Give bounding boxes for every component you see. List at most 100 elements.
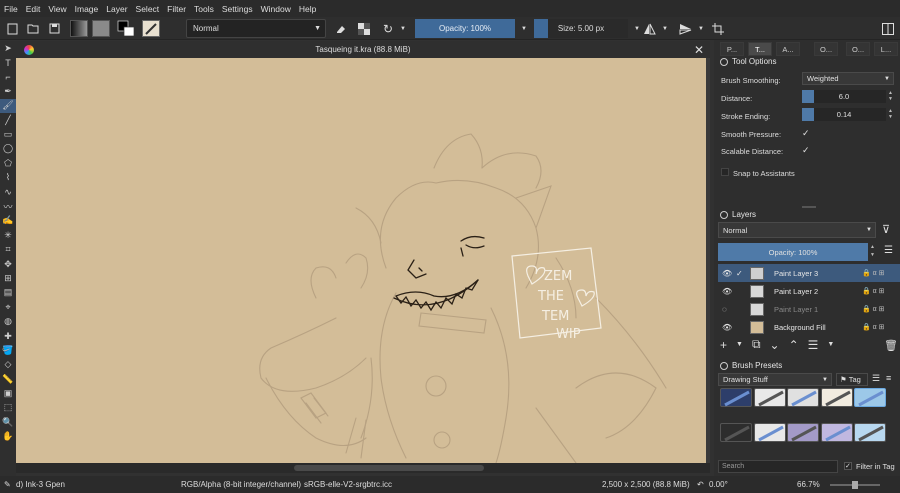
pattern-icon[interactable] <box>92 20 110 37</box>
scroll-thumb[interactable] <box>294 465 484 471</box>
dock-tab-2[interactable]: T... <box>748 42 772 56</box>
zoom-slider-handle[interactable] <box>852 481 858 489</box>
tag-button[interactable]: ⚑ Tag <box>836 373 868 386</box>
brush-preset-thumbnail[interactable] <box>753 388 786 407</box>
measure-icon[interactable]: 📏 <box>0 372 16 386</box>
layer-row[interactable]: 👁 ✓ Paint Layer 3 🔒 α ⊞ <box>718 264 900 282</box>
brush-tag-select[interactable]: Drawing Stuff ▼ <box>718 373 832 386</box>
wrap-around-icon[interactable] <box>710 20 726 37</box>
layer-row[interactable]: 👁 Paint Layer 2 🔒 α ⊞ <box>718 282 900 300</box>
dock-tab-5[interactable]: O... <box>846 42 870 56</box>
eraser-icon[interactable] <box>333 20 349 37</box>
menu-file[interactable]: File <box>4 4 18 14</box>
horizontal-scrollbar[interactable] <box>16 463 710 473</box>
brush-preset-thumbnail[interactable] <box>787 423 819 442</box>
panel-toggle-icon[interactable] <box>720 210 728 219</box>
snap-checkbox[interactable] <box>721 168 729 176</box>
stroke-ending-spinner[interactable]: ▲ ▼ <box>888 108 896 121</box>
menu-window[interactable]: Window <box>261 4 291 14</box>
blend-mode-select[interactable]: Normal ▼ <box>186 19 326 38</box>
multibrush-icon[interactable]: ✳ <box>0 228 16 242</box>
chevron-down-icon[interactable]: ▼ <box>660 20 670 37</box>
rectangle-icon[interactable]: ▭ <box>0 127 16 141</box>
duplicate-layer-icon[interactable]: ⧉ <box>752 337 761 352</box>
rotate-icon[interactable]: ↶ <box>697 480 704 489</box>
layer-selected-check-icon[interactable]: ✓ <box>736 269 743 278</box>
rect-select-icon[interactable]: ⬚ <box>0 401 16 415</box>
brush-preset-thumbnail[interactable] <box>720 388 752 407</box>
layer-row[interactable]: 👁 Background Fill 🔒 α ⊞ <box>718 318 900 336</box>
settings-icon[interactable]: ≡ <box>886 373 891 383</box>
filter-icon[interactable]: ⊽ <box>882 223 890 236</box>
brush-preset-thumbnail[interactable] <box>820 388 853 407</box>
mirror-horizontal-icon[interactable] <box>641 20 657 37</box>
pan-icon[interactable]: ✋ <box>0 430 16 444</box>
vertical-scrollbar[interactable] <box>706 58 710 463</box>
smart-patch-icon[interactable]: ✚ <box>0 329 16 343</box>
layer-opacity-spinner[interactable]: ▲ ▼ <box>870 243 878 261</box>
canvas[interactable]: ZEM THE TEM WIP <box>16 58 706 463</box>
calligraphy-icon[interactable]: ✒ <box>0 84 16 98</box>
layer-blend-mode-select[interactable]: Normal ▼ <box>718 222 876 238</box>
crop-icon[interactable]: ⌗ <box>0 242 16 256</box>
brush-search-input[interactable]: Search <box>718 460 838 473</box>
brush-preset-thumbnail[interactable] <box>854 423 886 442</box>
zoom-icon[interactable]: 🔍 <box>0 415 16 429</box>
menu-image[interactable]: Image <box>75 4 99 14</box>
polyline-icon[interactable]: ⌇ <box>0 171 16 185</box>
menu-settings[interactable]: Settings <box>222 4 253 14</box>
chevron-down-icon[interactable]: ▼ <box>736 341 743 348</box>
gradient-icon[interactable] <box>70 20 88 37</box>
dock-tab-3[interactable]: A... <box>776 42 800 56</box>
stroke-ending-slider[interactable]: 0.14 <box>802 108 886 121</box>
layer-row[interactable]: ◌ Paint Layer 1 🔒 α ⊞ <box>718 300 900 318</box>
new-document-icon[interactable] <box>4 20 20 37</box>
move-layer-down-icon[interactable]: ⌄ <box>770 338 780 352</box>
polygon-icon[interactable]: ⬠ <box>0 156 16 170</box>
brush-preset-icon[interactable] <box>142 20 160 37</box>
select-shapes-icon[interactable]: ➤ <box>0 41 16 55</box>
freehand-path-icon[interactable]: 〰 <box>0 199 16 213</box>
dock-tab-4[interactable]: O... <box>814 42 838 56</box>
brush-preset-thumbnail[interactable] <box>820 423 853 442</box>
scalable-distance-checkbox[interactable]: ✓ <box>802 145 810 156</box>
dock-tab-1[interactable]: P... <box>720 42 744 56</box>
visibility-eye-icon[interactable]: 👁 <box>722 269 732 278</box>
color-picker-icon[interactable]: ⌖ <box>0 300 16 314</box>
mirror-vertical-icon[interactable] <box>677 20 693 37</box>
layer-lock-icons[interactable]: 🔒 α ⊞ <box>862 287 885 295</box>
brush-preset-thumbnail[interactable] <box>753 423 786 442</box>
menu-edit[interactable]: Edit <box>26 4 41 14</box>
bezier-icon[interactable]: ∿ <box>0 185 16 199</box>
layer-lock-icons[interactable]: 🔒 α ⊞ <box>862 269 885 277</box>
reference-image-icon[interactable]: ▣ <box>0 386 16 400</box>
brush-smoothing-select[interactable]: Weighted ▼ <box>802 72 894 85</box>
layer-properties-icon[interactable]: ☰ <box>808 338 819 352</box>
colorize-mask-icon[interactable]: ◍ <box>0 314 16 328</box>
line-icon[interactable]: ╱ <box>0 113 16 127</box>
move-layer-up-icon[interactable]: ⌃ <box>789 338 799 352</box>
text-icon[interactable]: T <box>0 55 16 69</box>
assistant-icon[interactable]: ◇ <box>0 358 16 372</box>
visibility-eye-icon[interactable]: 👁 <box>722 323 732 332</box>
menu-filter[interactable]: Filter <box>167 4 186 14</box>
color-swatch-icon[interactable] <box>116 20 136 37</box>
smooth-pressure-checkbox[interactable]: ✓ <box>802 128 810 139</box>
size-slider[interactable]: Size: 5.00 px <box>534 19 628 38</box>
layer-lock-icons[interactable]: 🔒 α ⊞ <box>862 305 885 313</box>
open-document-icon[interactable] <box>25 20 41 37</box>
menu-select[interactable]: Select <box>136 4 160 14</box>
visibility-eye-icon[interactable]: ◌ <box>722 305 727 314</box>
delete-layer-icon[interactable]: 🗑 <box>884 339 898 352</box>
opacity-slider[interactable]: Opacity: 100% <box>415 19 515 38</box>
chevron-down-icon[interactable]: ▼ <box>519 20 529 37</box>
ellipse-icon[interactable]: ◯ <box>0 142 16 156</box>
menu-view[interactable]: View <box>48 4 66 14</box>
layer-menu-icon[interactable]: ☰ <box>884 245 893 256</box>
edit-shapes-icon[interactable]: ⌐ <box>0 70 16 84</box>
dock-tab-6[interactable]: L... <box>874 42 898 56</box>
distance-slider[interactable]: 6.0 <box>802 90 886 103</box>
chevron-down-icon[interactable]: ▼ <box>696 20 706 37</box>
gradient-tool-icon[interactable]: ▤ <box>0 286 16 300</box>
brush-preset-thumbnail[interactable] <box>720 423 752 442</box>
